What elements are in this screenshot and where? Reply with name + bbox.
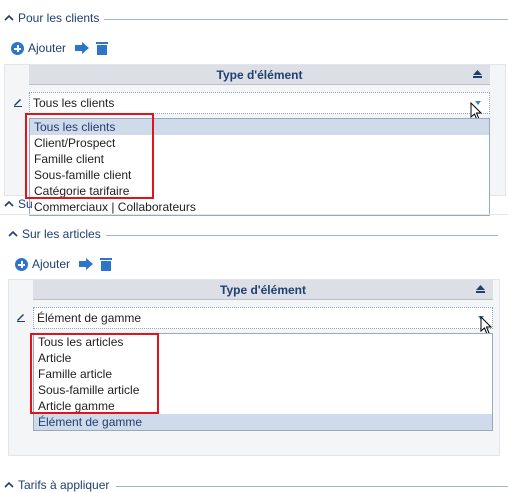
articles-type-select[interactable]: Élément de gamme xyxy=(33,307,493,329)
move-arrow-icon[interactable] xyxy=(74,41,90,55)
section-divider xyxy=(104,19,508,20)
chevron-up-icon[interactable] xyxy=(8,229,18,239)
articles-column-header[interactable]: Type d'élément xyxy=(33,280,493,300)
section-partial-header[interactable]: Su xyxy=(4,197,33,211)
clients-toolbar: Ajouter xyxy=(11,41,109,55)
edit-pencil-icon[interactable] xyxy=(16,312,26,322)
trash-icon[interactable] xyxy=(100,257,113,271)
chevron-up-icon[interactable] xyxy=(4,480,14,490)
articles-add-button[interactable]: Ajouter xyxy=(32,257,70,271)
highlight-box xyxy=(30,333,159,414)
clients-type-select[interactable]: Tous les clients xyxy=(29,92,490,114)
panel-separator xyxy=(0,214,508,215)
dropdown-option[interactable]: Commerciaux | Collaborateurs xyxy=(30,199,489,215)
highlight-box xyxy=(25,113,154,199)
add-icon[interactable] xyxy=(11,41,24,55)
move-arrow-icon[interactable] xyxy=(78,257,94,271)
articles-selected-value: Élément de gamme xyxy=(37,311,142,325)
clients-column-header-label: Type d'élément xyxy=(216,67,303,82)
section-articles-title: Sur les articles xyxy=(22,227,101,241)
section-divider xyxy=(106,235,498,236)
section-clients-title: Pour les clients xyxy=(18,11,100,25)
sort-up-icon[interactable] xyxy=(473,70,482,78)
clients-selected-value: Tous les clients xyxy=(33,96,115,110)
section-articles-header[interactable]: Sur les articles xyxy=(8,227,101,241)
clients-column-header[interactable]: Type d'élément xyxy=(29,65,490,85)
clients-add-button[interactable]: Ajouter xyxy=(28,41,66,55)
chevron-up-icon[interactable] xyxy=(4,13,14,23)
articles-toolbar: Ajouter xyxy=(15,257,113,271)
trash-icon[interactable] xyxy=(96,41,109,55)
section-tarifs-title: Tarifs à appliquer xyxy=(18,478,110,492)
section-partial-title: Su xyxy=(18,197,33,211)
section-tarifs-header[interactable]: Tarifs à appliquer xyxy=(4,478,109,492)
dropdown-option[interactable]: Élément de gamme xyxy=(34,414,492,430)
articles-column-header-label: Type d'élément xyxy=(220,282,306,297)
add-icon[interactable] xyxy=(15,257,28,271)
edit-pencil-icon[interactable] xyxy=(13,97,23,107)
section-divider xyxy=(116,486,508,487)
chevron-up-icon[interactable] xyxy=(4,199,14,209)
section-clients-header[interactable]: Pour les clients xyxy=(4,11,99,25)
sort-up-icon[interactable] xyxy=(476,285,485,293)
